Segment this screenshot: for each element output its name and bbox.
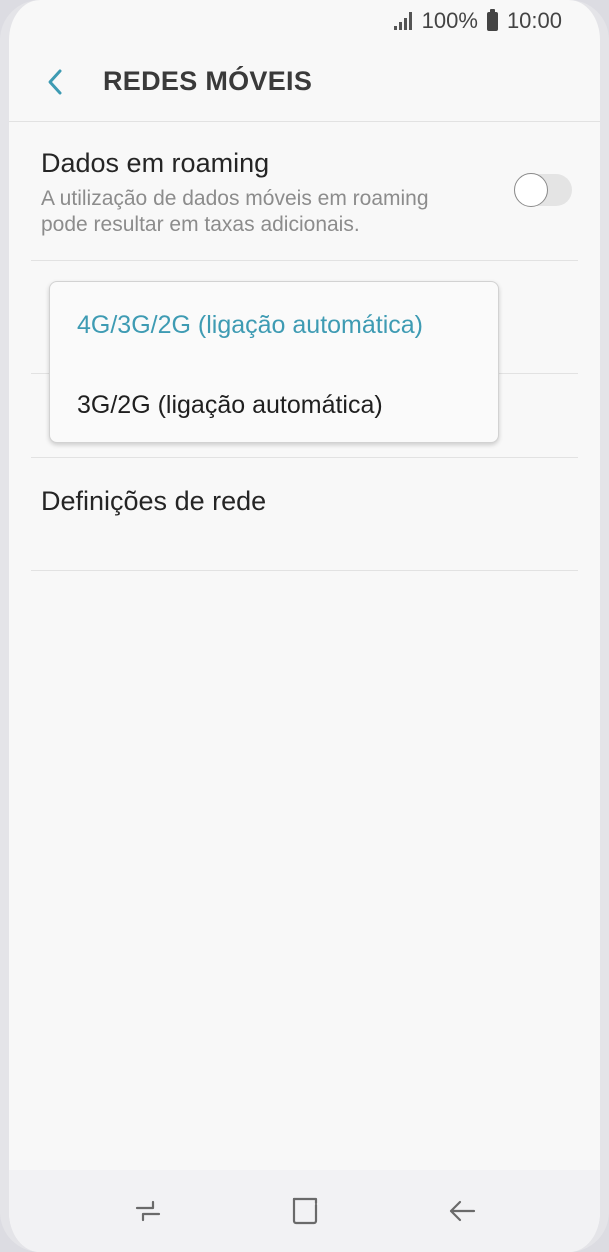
nav-back-button[interactable] <box>432 1181 492 1241</box>
network-mode-option-4g[interactable]: 4G/3G/2G (ligação automática) <box>77 311 423 340</box>
home-square-icon <box>292 1197 317 1225</box>
roaming-setting-row[interactable]: Dados em roaming A utilização de dados m… <box>31 122 578 261</box>
navigation-bar <box>9 1170 600 1252</box>
edge-panel-handle[interactable] <box>600 352 609 600</box>
network-settings-row[interactable]: Definições de rede <box>31 458 578 571</box>
battery-icon <box>486 8 498 31</box>
recent-apps-icon <box>135 1200 160 1222</box>
roaming-title: Dados em roaming <box>41 148 270 178</box>
page-title: REDES MÓVEIS <box>103 66 313 96</box>
roaming-description: A utilização de dados móveis em roaming … <box>41 187 429 236</box>
chevron-left-icon <box>48 69 62 94</box>
app-header: REDES MÓVEIS <box>9 42 600 122</box>
status-time: 10:00 <box>506 8 562 33</box>
home-button[interactable] <box>275 1181 335 1241</box>
phone-screen: 100% 10:00 REDES MÓVEIS Dados em roaming… <box>0 0 609 1252</box>
toggle-knob <box>514 173 548 207</box>
network-mode-option-3g[interactable]: 3G/2G (ligação automática) <box>77 391 383 420</box>
network-mode-popup: 4G/3G/2G (ligação automática) 3G/2G (lig… <box>49 281 499 443</box>
roaming-toggle[interactable] <box>514 173 572 207</box>
status-bar: 100% 10:00 <box>9 0 600 42</box>
back-button[interactable] <box>25 52 85 112</box>
recent-apps-button[interactable] <box>118 1181 178 1241</box>
network-settings-label: Definições de rede <box>41 486 267 516</box>
battery-percent: 100% <box>421 8 478 33</box>
arrow-left-icon <box>449 1200 475 1222</box>
signal-icon <box>393 12 412 30</box>
